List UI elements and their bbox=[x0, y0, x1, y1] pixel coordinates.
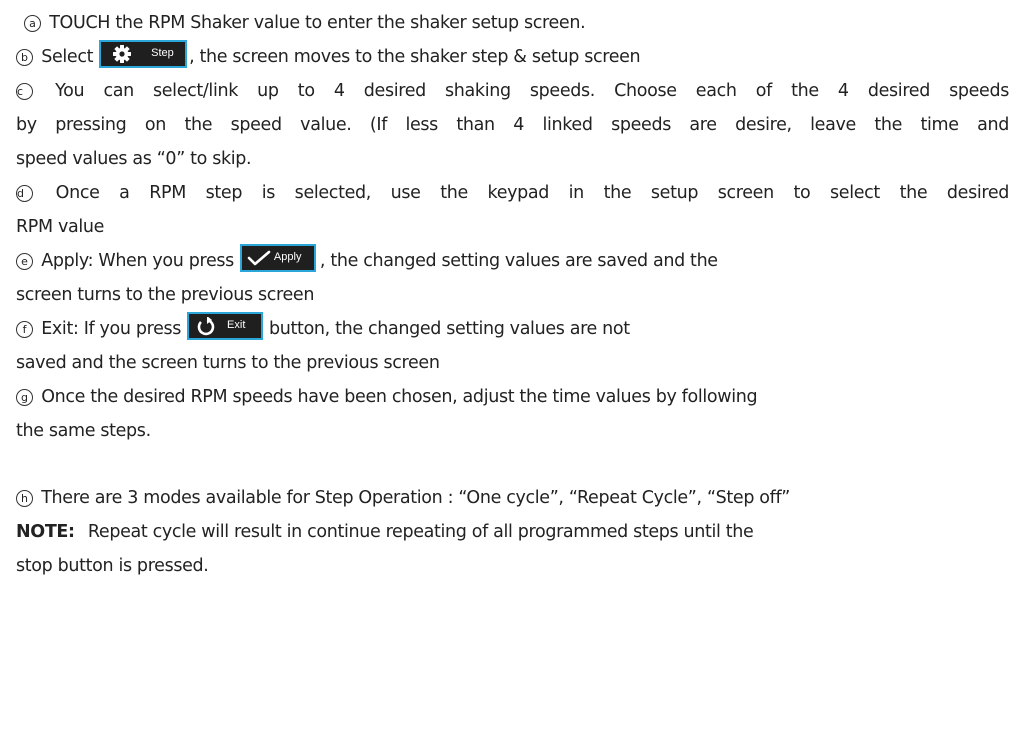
step-text-line1: You can select/link up to 4 desired shak… bbox=[55, 81, 1010, 101]
step-d: d Once a RPM step is selected, use the k… bbox=[16, 176, 1009, 210]
step-button-label: Step bbox=[151, 47, 174, 59]
step-text-after: , the changed setting values are saved a… bbox=[319, 251, 718, 271]
step-text-line3: speed values as “0” to skip. bbox=[16, 149, 252, 169]
step-f: f Exit: If you press Exit button, the ch… bbox=[16, 312, 1009, 346]
step-text: There are 3 modes available for Step Ope… bbox=[41, 488, 791, 508]
apply-button-image: Apply bbox=[239, 244, 316, 272]
gear-icon bbox=[113, 45, 132, 63]
note-text-line1: Repeat cycle will result in continue rep… bbox=[87, 522, 754, 542]
step-button-image: Step bbox=[99, 40, 188, 68]
step-c-continued: by pressing on the speed value. (If less… bbox=[16, 108, 1009, 142]
note: NOTE: Repeat cycle will result in contin… bbox=[16, 515, 1009, 549]
exit-button-label: Exit bbox=[227, 319, 246, 331]
step-marker: d bbox=[16, 185, 33, 202]
step-text-line2: RPM value bbox=[16, 217, 105, 237]
step-text-after: button, the changed setting values are n… bbox=[269, 319, 630, 339]
step-e: e Apply: When you press Apply , the chan… bbox=[16, 244, 1009, 278]
checkmark-icon bbox=[247, 250, 271, 266]
apply-button-label: Apply bbox=[273, 251, 302, 263]
step-c: c You can select/link up to 4 desired sh… bbox=[16, 74, 1009, 108]
step-h: h There are 3 modes available for Step O… bbox=[16, 481, 1009, 515]
note-text-line2: stop button is pressed. bbox=[16, 556, 209, 576]
step-marker: g bbox=[16, 389, 33, 406]
step-text-before: Exit: If you press bbox=[41, 319, 182, 339]
step-text-line2: the same steps. bbox=[16, 421, 151, 441]
step-a: a TOUCH the RPM Shaker value to enter th… bbox=[16, 6, 1009, 40]
step-marker: b bbox=[16, 49, 33, 66]
step-marker: a bbox=[24, 15, 41, 32]
step-text-before: Select bbox=[41, 47, 94, 67]
step-f-end: saved and the screen turns to the previo… bbox=[16, 346, 1009, 380]
step-text-line1: Once the desired RPM speeds have been ch… bbox=[41, 387, 758, 407]
step-text-line2: screen turns to the previous screen bbox=[16, 285, 315, 305]
instruction-document: a TOUCH the RPM Shaker value to enter th… bbox=[0, 0, 1025, 731]
step-marker: f bbox=[16, 321, 33, 338]
step-d-end: RPM value bbox=[16, 210, 1009, 244]
step-text: TOUCH the RPM Shaker value to enter the … bbox=[49, 13, 586, 33]
step-g-end: the same steps. bbox=[16, 414, 1009, 448]
note-label: NOTE: bbox=[16, 522, 75, 542]
step-text-line2: by pressing on the speed value. (If less… bbox=[16, 115, 1009, 135]
step-g: g Once the desired RPM speeds have been … bbox=[16, 380, 1009, 414]
undo-arrow-icon bbox=[197, 317, 215, 336]
step-marker: e bbox=[16, 253, 33, 270]
step-text-before: Apply: When you press bbox=[41, 251, 234, 271]
step-e-end: screen turns to the previous screen bbox=[16, 278, 1009, 312]
exit-button-image: Exit bbox=[187, 312, 264, 340]
step-marker: c bbox=[16, 83, 33, 100]
step-text-line2: saved and the screen turns to the previo… bbox=[16, 353, 440, 373]
step-text-line1: Once a RPM step is selected, use the key… bbox=[55, 183, 1010, 203]
step-marker: h bbox=[16, 490, 33, 507]
step-c-end: speed values as “0” to skip. bbox=[16, 142, 1009, 176]
step-text-after: , the screen moves to the shaker step & … bbox=[189, 47, 641, 67]
step-b: b Select Step , the screen moves to the … bbox=[16, 40, 1009, 74]
note-end: stop button is pressed. bbox=[16, 549, 1009, 583]
